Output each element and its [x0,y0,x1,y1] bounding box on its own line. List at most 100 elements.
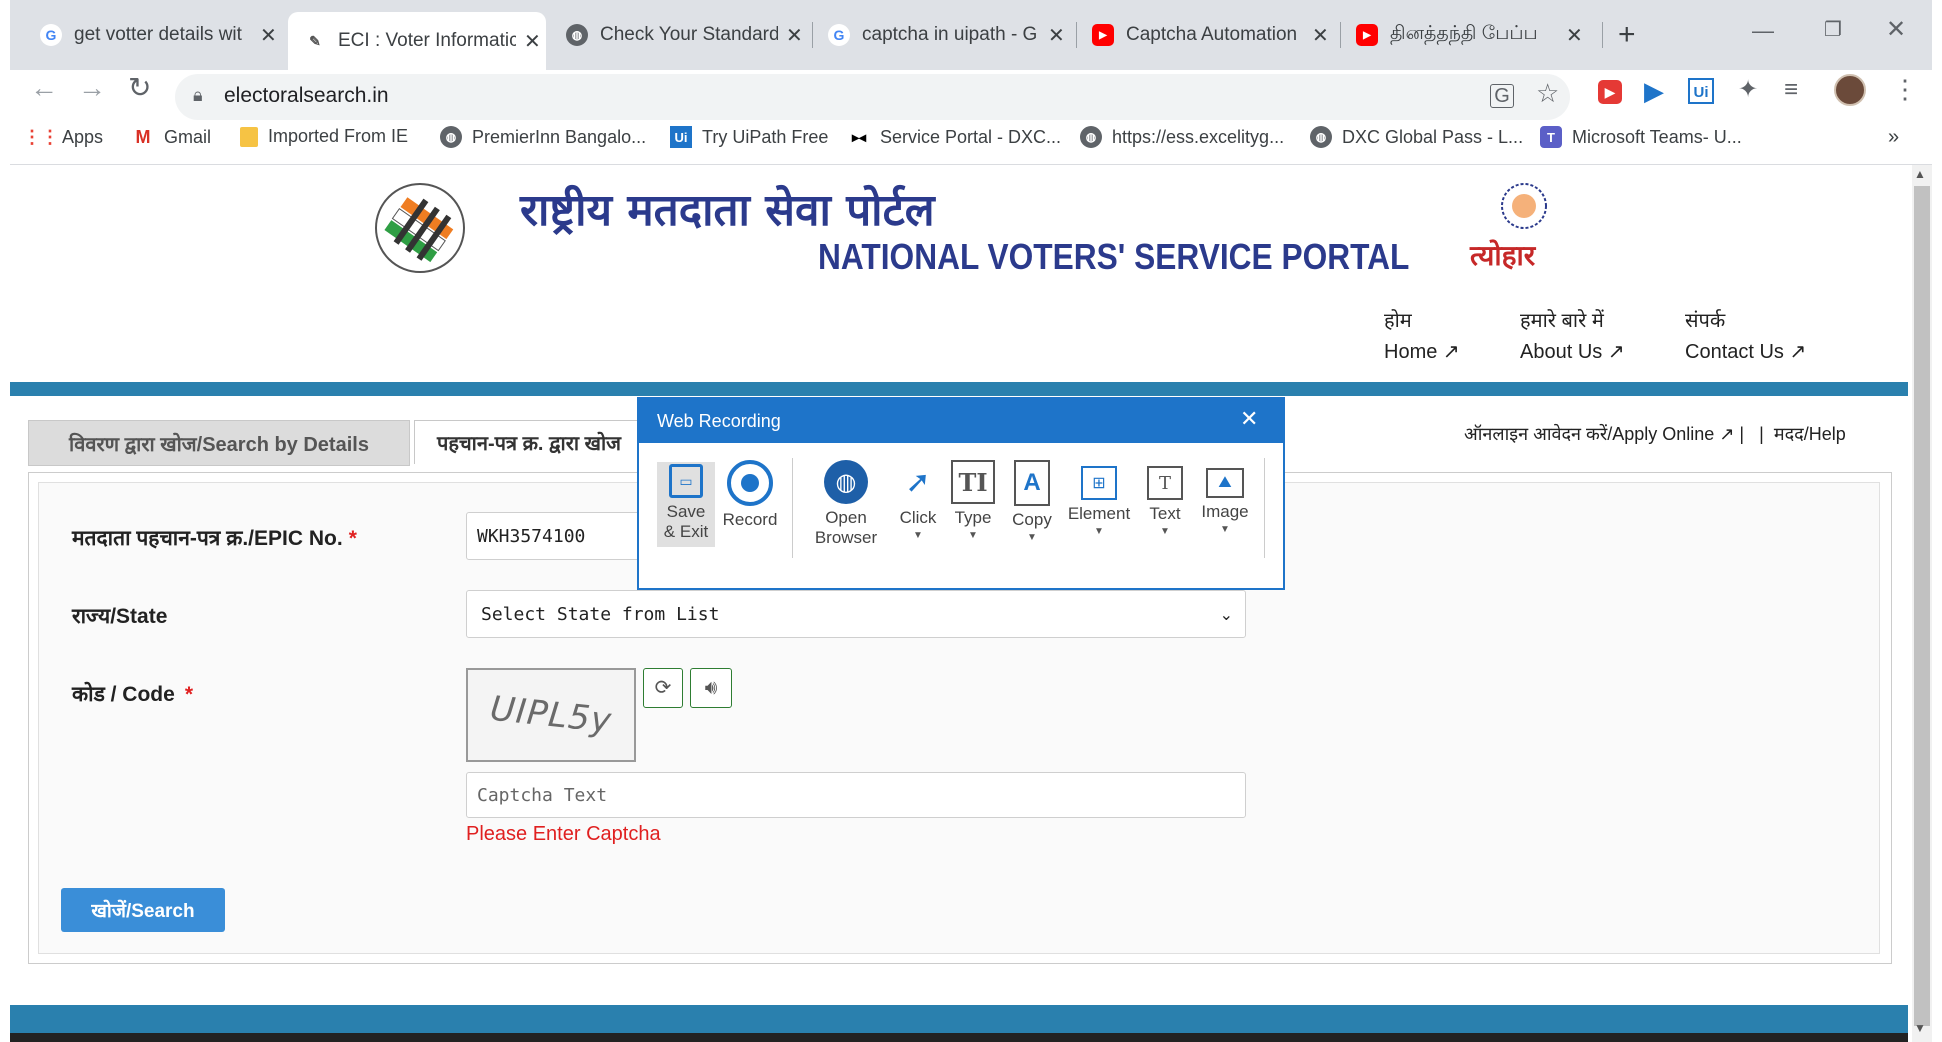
nav-home[interactable]: होम Home ↗ [1384,306,1460,364]
browser-tab-active[interactable]: ✎ ECI : Voter Informatic ✕ [288,12,546,70]
copy-button[interactable]: A Copy ▼ [1006,460,1058,543]
tab-title: captcha in uipath - G [862,24,1038,45]
copy-label: Copy [1012,510,1052,529]
captcha-image-text: UIPL5y [488,688,614,742]
nav-about[interactable]: हमारे बारे में About Us ↗ [1520,306,1625,364]
epic-label: मतदाता पहचान-पत्र क्र./EPIC No. * [72,524,357,552]
globe-icon: ◍ [440,126,462,148]
browser-tab[interactable]: G captcha in uipath - G ✕ [828,12,1078,58]
extension-red-icon[interactable]: ▶ [1598,80,1622,104]
tab-title: Captcha Automation [1126,24,1298,45]
state-label: राज्य/State [72,605,168,628]
tab-separator [1602,22,1603,48]
bookmark-item[interactable]: ◍ https://ess.excelityg... [1080,126,1284,148]
teams-icon: T [1540,126,1562,148]
text-button[interactable]: T Text ▼ [1140,460,1190,537]
bookmark-item[interactable]: Imported From IE [240,126,408,147]
save-exit-button[interactable]: ▭ Save & Exit [657,462,715,547]
open-browser-button[interactable]: ◍ Open Browser [805,460,887,549]
extensions-puzzle-icon[interactable]: ✦ [1738,78,1758,102]
dxc-icon: ▸◂ [851,128,867,145]
nav-contact[interactable]: संपर्क Contact Us ↗ [1685,306,1806,364]
minimize-icon[interactable]: — [1752,20,1774,42]
copy-icon: A [1014,460,1050,506]
browser-tab[interactable]: ▶ Captcha Automation ✕ [1092,12,1342,58]
scroll-up-arrow-icon[interactable]: ▲ [1914,168,1926,180]
globe-icon: ◍ [1310,126,1332,148]
image-label: Image [1201,502,1249,521]
youtube-icon: ▶ [1356,24,1378,46]
bookmark-item[interactable]: ◍ PremierInn Bangalo... [440,126,646,148]
tab-separator [1076,22,1077,48]
bookmark-item[interactable]: ▸◂ Service Portal - DXC... [848,126,1061,148]
close-tab-icon[interactable]: ✕ [260,23,277,48]
header-divider-bar [10,382,1908,396]
image-button[interactable]: ⛰ Image ▼ [1194,460,1256,535]
bookmark-item[interactable]: T Microsoft Teams- U... [1540,126,1742,148]
scroll-down-arrow-icon[interactable]: ▼ [1914,1022,1926,1034]
new-tab-button[interactable]: + [1618,18,1636,52]
back-arrow-icon[interactable]: ← [30,74,58,102]
bookmark-item[interactable]: ◍ DXC Global Pass - L... [1310,126,1523,148]
type-label: Type [954,508,992,527]
web-recording-close-icon[interactable]: ✕ [1240,408,1258,430]
bookmark-item[interactable]: ⋮⋮ Apps [23,126,103,148]
close-window-icon[interactable]: ✕ [1886,18,1906,42]
search-button[interactable]: खोजें/Search [61,888,225,932]
translate-icon[interactable]: G [1490,84,1514,108]
state-select[interactable]: Select State from List ⌄ [466,590,1246,638]
apps-grid-icon: ⋮⋮ [23,126,59,147]
youtube-icon: ▶ [1092,24,1114,46]
state-select-value: Select State from List [481,603,720,625]
nav-home-hindi: होम [1384,310,1412,332]
browser-tab[interactable]: ◍ Check Your Standard ✕ [566,12,816,58]
footer-bar [10,1005,1908,1033]
refresh-captcha-icon[interactable]: ⟳ [643,668,683,708]
close-tab-icon[interactable]: ✕ [1566,23,1583,48]
bookmark-item[interactable]: Ui Try UiPath Free [670,126,828,148]
reload-icon[interactable]: ↻ [128,74,151,102]
url-text[interactable]: electoralsearch.in [224,84,389,108]
apply-online-link[interactable]: ऑनलाइन आवेदन करें/Apply Online ↗ | | मदद… [1464,422,1846,446]
bookmark-item[interactable]: M Gmail [132,126,212,148]
code-label-text: कोड / Code [72,683,175,706]
toolbar-divider [1264,458,1265,558]
scrollbar-thumb[interactable] [1914,186,1930,1026]
help-link[interactable]: मदद/Help [1774,424,1846,444]
record-icon [727,460,773,506]
nav-about-english: About Us [1520,341,1603,363]
divider: | [1759,424,1764,444]
close-tab-icon[interactable]: ✕ [524,29,541,54]
bookmark-label: https://ess.excelityg... [1112,126,1285,147]
restore-icon[interactable]: ❐ [1824,20,1842,40]
close-tab-icon[interactable]: ✕ [786,23,803,48]
image-icon: ⛰ [1206,468,1244,498]
close-tab-icon[interactable]: ✕ [1312,23,1329,48]
profile-avatar[interactable] [1834,74,1866,106]
element-button[interactable]: ⊞ Element ▼ [1064,460,1134,537]
tab-search-by-details[interactable]: विवरण द्वारा खोज/Search by Details [28,420,410,466]
close-tab-icon[interactable]: ✕ [1048,23,1065,48]
record-button[interactable]: Record [720,460,780,530]
extension-play-icon[interactable]: ▶ [1644,78,1664,104]
desh-logo-text: त्योहार [1470,239,1536,272]
click-button[interactable]: ➚ Click ▼ [893,460,943,542]
uipath-extension-icon[interactable]: Ui [1688,78,1714,104]
browser-tab[interactable]: G get votter details wit ✕ [40,12,280,58]
code-label: कोड / Code * [72,680,193,708]
element-label: Element [1067,504,1131,523]
browser-tab[interactable]: ▶ தினத்தந்தி பேப்ப ✕ [1356,12,1596,58]
audio-captcha-icon[interactable]: 🔊︎ [690,668,732,708]
captcha-text-input[interactable]: Captcha Text [466,772,1246,818]
lock-icon[interactable]: 🔒︎ [193,86,203,104]
media-control-icon[interactable]: ≡ [1784,78,1798,102]
tab-title: get votter details wit [74,24,242,45]
more-bookmarks-button[interactable]: » [1888,126,1899,149]
toolbar-divider [792,458,793,558]
apply-online-label: ऑनलाइन आवेदन करें/Apply Online [1464,424,1715,444]
forward-arrow-icon[interactable]: → [78,74,106,102]
tab-search-by-epic[interactable]: पहचान-पत्र क्र. द्वारा खोज [414,420,638,464]
menu-dots-icon[interactable]: ⋮ [1892,76,1918,102]
type-button[interactable]: TI Type ▼ [948,460,998,541]
bookmark-star-icon[interactable]: ☆ [1536,80,1559,106]
